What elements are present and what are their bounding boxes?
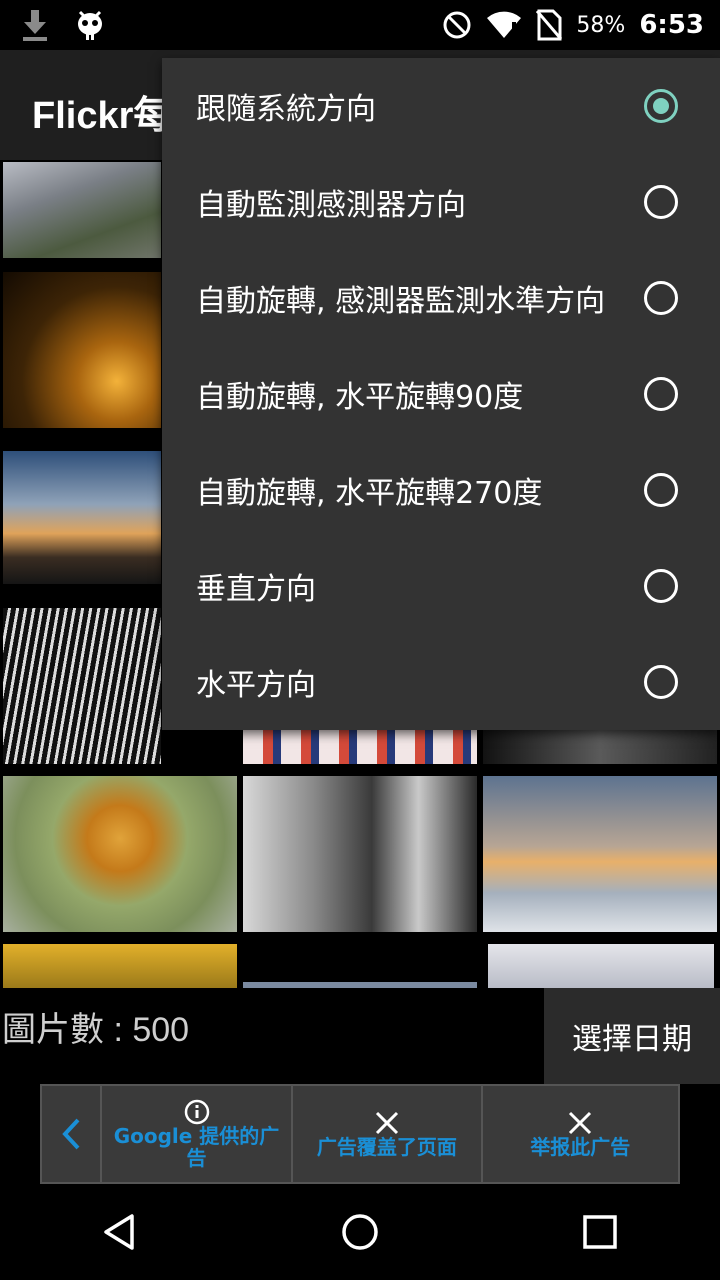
android-bug-icon xyxy=(78,10,102,40)
report-ad-label: 举报此广告 xyxy=(530,1135,631,1159)
orientation-option-portrait[interactable]: 垂直方向 xyxy=(162,538,720,634)
option-label: 垂直方向 xyxy=(196,572,316,607)
orientation-option-landscape[interactable]: 水平方向 xyxy=(162,634,720,730)
photo-tile[interactable] xyxy=(3,451,161,584)
chevron-left-icon xyxy=(62,1118,80,1150)
orientation-option-follow-system[interactable]: 跟隨系統方向 xyxy=(162,58,720,154)
radio-button-selected[interactable] xyxy=(644,89,678,123)
radio-button[interactable] xyxy=(644,569,678,603)
ad-back-button[interactable] xyxy=(42,1086,102,1182)
close-icon xyxy=(375,1111,398,1135)
no-sim-icon xyxy=(536,9,563,41)
wifi-icon xyxy=(487,11,522,38)
orientation-option-rotate-270[interactable]: 自動旋轉, 水平旋轉270度 xyxy=(162,442,720,538)
clock: 6:53 xyxy=(639,10,704,40)
photo-tile[interactable] xyxy=(3,272,161,428)
image-count: 圖片數 : 500 xyxy=(2,1011,190,1049)
option-label: 自動監測感測器方向 xyxy=(196,188,466,223)
option-label: 水平方向 xyxy=(196,668,316,703)
ad-covers-page-button[interactable]: 广告覆盖了页面 xyxy=(293,1086,483,1182)
photo-tile[interactable] xyxy=(3,162,161,258)
photo-tile[interactable] xyxy=(488,944,714,988)
radio-button[interactable] xyxy=(644,473,678,507)
close-icon xyxy=(569,1111,592,1135)
photo-tile[interactable] xyxy=(3,776,237,932)
photo-tile[interactable] xyxy=(3,608,161,764)
radio-button[interactable] xyxy=(644,281,678,315)
option-label: 自動旋轉, 感測器監測水準方向 xyxy=(196,284,606,319)
ad-provider-info[interactable]: Google 提供的广告 xyxy=(102,1086,294,1182)
radio-button[interactable] xyxy=(644,665,678,699)
battery-percent: 58% xyxy=(576,12,626,38)
report-ad-button[interactable]: 举报此广告 xyxy=(483,1086,678,1182)
radio-button[interactable] xyxy=(644,185,678,219)
status-bar: 58% 6:53 xyxy=(0,0,720,50)
recents-icon[interactable] xyxy=(580,1212,620,1252)
photo-tile[interactable] xyxy=(243,776,477,932)
photo-tile[interactable] xyxy=(483,730,717,764)
photo-tile[interactable] xyxy=(483,776,717,932)
orientation-menu: 跟隨系統方向 自動監測感測器方向 自動旋轉, 感測器監測水準方向 自動旋轉, 水… xyxy=(162,58,720,730)
ad-cover-label: 广告覆盖了页面 xyxy=(316,1135,457,1159)
app-title: Flickr每 xyxy=(32,95,172,137)
option-label: 自動旋轉, 水平旋轉270度 xyxy=(196,476,543,511)
info-icon xyxy=(184,1099,209,1125)
orientation-option-auto-sensor[interactable]: 自動監測感測器方向 xyxy=(162,154,720,250)
navigation-bar xyxy=(0,1184,720,1280)
info-row: 圖片數 : 500 選擇日期 xyxy=(0,988,720,1084)
photo-tile[interactable] xyxy=(3,944,237,988)
orientation-option-auto-landscape-sensor[interactable]: 自動旋轉, 感測器監測水準方向 xyxy=(162,250,720,346)
orientation-option-rotate-90[interactable]: 自動旋轉, 水平旋轉90度 xyxy=(162,346,720,442)
ad-banner: Google 提供的广告 广告覆盖了页面 举报此广告 xyxy=(40,1084,680,1184)
home-icon[interactable] xyxy=(340,1212,380,1252)
back-icon[interactable] xyxy=(100,1212,140,1252)
option-label: 自動旋轉, 水平旋轉90度 xyxy=(196,380,524,415)
radio-button[interactable] xyxy=(644,377,678,411)
photo-tile[interactable] xyxy=(243,730,477,764)
ad-provider-label: Google 提供的广告 xyxy=(113,1124,280,1170)
do-not-disturb-icon xyxy=(443,11,471,39)
select-date-button[interactable]: 選擇日期 xyxy=(544,988,720,1084)
option-label: 跟隨系統方向 xyxy=(196,92,376,127)
download-icon xyxy=(23,10,47,41)
